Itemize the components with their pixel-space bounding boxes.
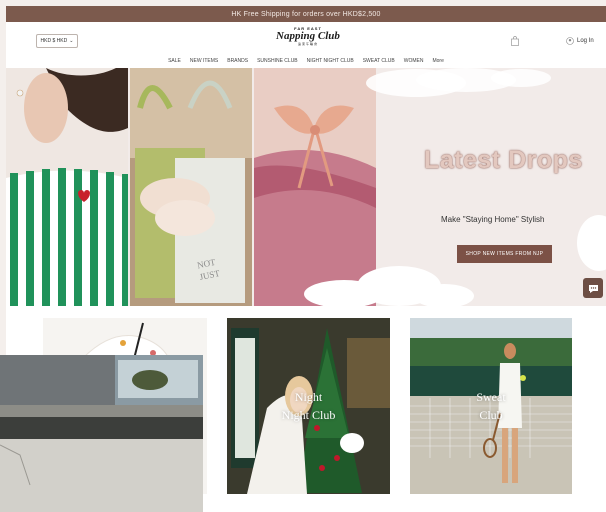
nav-item-sale[interactable]: SALE (168, 58, 181, 68)
collection-card-night-night-club[interactable]: Night Night Club (227, 318, 390, 494)
nav-item-more[interactable]: More (432, 58, 443, 68)
chat-button[interactable] (583, 278, 603, 298)
cloud-decoration (366, 68, 551, 97)
nav-item-new-items[interactable]: NEW ITEMS (190, 58, 218, 68)
overlay-photo-window (0, 355, 203, 512)
nav-item-brands[interactable]: BRANDS (227, 58, 248, 68)
main-nav: SALE NEW ITEMS BRANDS SUNSHINE CLUB NIGH… (6, 58, 606, 68)
logo-main-text: Napping Club (276, 30, 340, 42)
site-logo[interactable]: FAR EAST Napping Club 遠東午睡會 (268, 26, 348, 52)
login-label: Log In (577, 38, 594, 44)
chevron-down-icon: ⌄ (69, 38, 74, 44)
hero-banner[interactable]: NOT JUST Latest Drops Make "Staying Home… (6, 68, 606, 306)
currency-label: HKD $ HKD (40, 38, 68, 44)
nav-item-sweat-club[interactable]: SWEAT CLUB (363, 58, 395, 68)
cloud-decoration (577, 215, 606, 271)
user-icon (566, 37, 574, 45)
hero-title: Latest Drops (424, 146, 583, 174)
promo-bar: HK Free Shipping for orders over HKD$2,5… (6, 6, 606, 22)
login-link[interactable]: Log In (566, 37, 594, 45)
nav-item-women[interactable]: WOMEN (404, 58, 424, 68)
nav-item-night-night-club[interactable]: NIGHT NIGHT CLUB (307, 58, 354, 68)
site-header: HKD $ HKD ⌄ FAR EAST Napping Club 遠東午睡會 … (6, 22, 606, 68)
shop-new-items-button[interactable]: SHOP NEW ITEMS FROM NJP (457, 245, 552, 263)
hero-image-bags: NOT JUST (130, 68, 252, 306)
promo-text: HK Free Shipping for orders over HKD$2,5… (231, 10, 381, 18)
logo-sub-text: 遠東午睡會 (297, 42, 318, 46)
collection-card-label: Night Night Club (281, 390, 336, 422)
currency-selector[interactable]: HKD $ HKD ⌄ (36, 34, 78, 48)
hero-subtitle: Make "Staying Home" Stylish (441, 215, 545, 224)
hero-image-striped-shirt (6, 68, 128, 306)
collection-card-sweat-club[interactable]: Sweat Club (410, 318, 572, 494)
chat-icon (588, 284, 598, 293)
nav-item-sunshine-club[interactable]: SUNSHINE CLUB (257, 58, 298, 68)
shopping-bag-icon[interactable] (510, 36, 520, 46)
collection-card-label: Sweat Club (476, 390, 506, 422)
cloud-decoration (304, 266, 474, 306)
